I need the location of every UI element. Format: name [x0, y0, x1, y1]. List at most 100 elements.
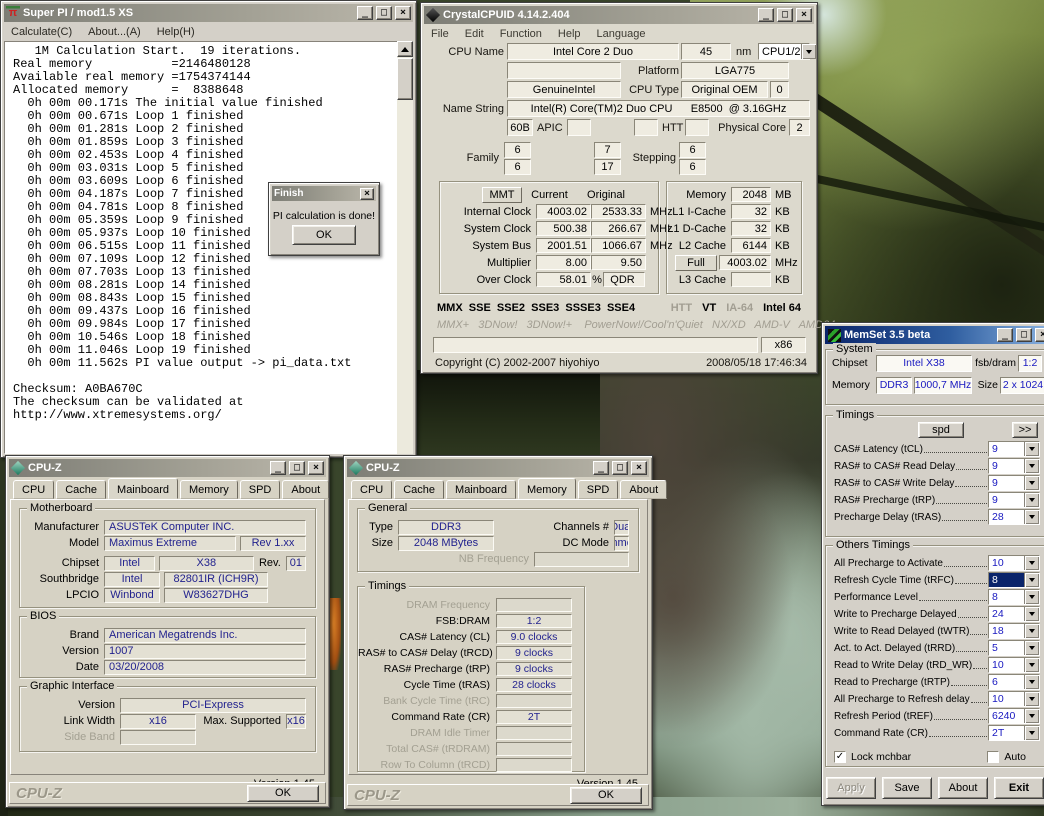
exit-button[interactable]: Exit — [994, 777, 1044, 799]
scrollbar-thumb[interactable] — [397, 58, 413, 100]
full-button[interactable]: Full — [675, 255, 717, 271]
chevron-down-icon[interactable] — [1024, 675, 1039, 689]
timing-dropdown[interactable]: 9 — [988, 458, 1040, 474]
close-icon[interactable]: × — [796, 8, 812, 22]
close-icon[interactable]: × — [360, 188, 374, 200]
minimize-icon[interactable]: _ — [593, 461, 609, 475]
chevron-down-icon[interactable] — [1024, 641, 1039, 655]
auto-checkbox[interactable] — [987, 751, 999, 763]
maximize-icon[interactable]: □ — [289, 461, 305, 475]
menu-item[interactable]: File — [431, 28, 449, 40]
cpuz-tab[interactable]: SPD — [578, 480, 619, 499]
timing-dropdown[interactable]: 9 — [988, 492, 1040, 508]
timing-dropdown[interactable]: 10 — [988, 691, 1040, 707]
chevron-down-icon[interactable] — [1024, 556, 1039, 570]
chevron-down-icon[interactable] — [1024, 459, 1039, 473]
cpuz-tab[interactable]: CPU — [351, 480, 392, 499]
maximize-icon[interactable]: □ — [376, 6, 392, 20]
timing-dropdown[interactable]: 28 — [988, 509, 1040, 525]
chevron-down-icon[interactable] — [1024, 709, 1039, 723]
memset-titlebar[interactable]: MemSet 3.5 beta _ □ × — [825, 326, 1044, 344]
cpuz-tab[interactable]: Memory — [180, 480, 238, 499]
superpi-scrollbar[interactable] — [397, 41, 413, 454]
timing-dropdown[interactable]: 9 — [988, 475, 1040, 491]
features-supported: MMX SSE SSE2 SSE3 SSSE3 SSE4 — [437, 302, 635, 314]
cpuz-titlebar[interactable]: CPU-Z _ □ × — [347, 459, 649, 477]
minimize-icon[interactable]: _ — [357, 6, 373, 20]
menu-item[interactable]: Language — [597, 28, 646, 40]
close-icon[interactable]: × — [631, 461, 647, 475]
menu-item[interactable]: Calculate(C) — [11, 26, 72, 38]
minimize-icon[interactable]: _ — [270, 461, 286, 475]
chevron-down-icon[interactable] — [1024, 510, 1039, 524]
timing-dropdown[interactable]: 5 — [988, 640, 1040, 656]
menu-item[interactable]: Function — [500, 28, 542, 40]
chevron-down-icon[interactable] — [1024, 726, 1039, 740]
chipset-rev-field: 01 — [286, 556, 306, 571]
timing-dropdown[interactable]: 10 — [988, 657, 1040, 673]
cpuz-tab[interactable]: Mainboard — [108, 478, 178, 499]
minimize-icon[interactable]: _ — [758, 8, 774, 22]
ok-button[interactable]: OK — [570, 787, 642, 804]
scroll-up-icon[interactable] — [397, 41, 413, 57]
timing-dropdown[interactable]: 24 — [988, 606, 1040, 622]
ok-button[interactable]: OK — [292, 225, 356, 245]
mmt-button[interactable]: MMT — [482, 187, 522, 203]
chevron-down-icon[interactable] — [1024, 607, 1039, 621]
gi-version-field: PCI-Express — [120, 698, 306, 713]
cache-value-field: 32 — [731, 221, 771, 236]
cpuz-titlebar[interactable]: CPU-Z _ □ × — [9, 459, 326, 477]
timing-dropdown[interactable]: 2T — [988, 725, 1040, 741]
about-button[interactable]: About — [938, 777, 988, 799]
timing-dropdown[interactable]: 8 — [988, 572, 1040, 588]
full-speed-row: Full 4003.02 MHz — [667, 254, 801, 271]
family-label: Family — [447, 150, 499, 166]
cpuz-tab[interactable]: Memory — [518, 478, 576, 499]
cpuz-tab[interactable]: SPD — [240, 480, 281, 499]
cpuz-tab[interactable]: Cache — [394, 480, 444, 499]
chevron-down-icon[interactable] — [1024, 658, 1039, 672]
maximize-icon[interactable]: □ — [777, 8, 793, 22]
chevron-down-icon[interactable] — [1024, 476, 1039, 490]
maximize-icon[interactable]: □ — [1016, 328, 1032, 342]
maximize-icon[interactable]: □ — [612, 461, 628, 475]
cpuz-tab[interactable]: Cache — [56, 480, 106, 499]
menu-item[interactable]: Help — [558, 28, 581, 40]
finish-titlebar[interactable]: Finish × — [272, 186, 376, 201]
chevron-down-icon[interactable] — [1024, 590, 1039, 604]
chevron-down-icon[interactable] — [1024, 624, 1039, 638]
save-button[interactable]: Save — [882, 777, 932, 799]
close-icon[interactable]: × — [395, 6, 411, 20]
menu-item[interactable]: Help(H) — [157, 26, 195, 38]
superpi-titlebar[interactable]: π Super PI / mod1.5 XS _ □ × — [4, 4, 413, 22]
ok-button[interactable]: OK — [247, 785, 319, 802]
bios-version-label: Version — [20, 645, 104, 657]
minimize-icon[interactable]: _ — [997, 328, 1013, 342]
timing-dropdown[interactable]: 6 — [988, 674, 1040, 690]
close-icon[interactable]: × — [308, 461, 324, 475]
cpu-select-dropdown[interactable]: CPU1/2 — [758, 43, 810, 60]
timing-dropdown[interactable]: 6240 — [988, 708, 1040, 724]
chevron-down-icon[interactable] — [1024, 692, 1039, 706]
crystalcpuid-titlebar[interactable]: CrystalCPUID 4.14.2.404 _ □ × — [424, 6, 814, 24]
spd-button[interactable]: spd — [918, 422, 964, 438]
expand-button[interactable]: >> — [1012, 422, 1038, 438]
memset-timing-label: Read to Write Delay (tRD_WR) — [834, 660, 972, 673]
timing-dropdown[interactable]: 9 — [988, 441, 1040, 457]
timing-dropdown[interactable]: 8 — [988, 589, 1040, 605]
cpuz-tab[interactable]: About — [620, 480, 667, 499]
chevron-down-icon[interactable] — [1024, 493, 1039, 507]
close-icon[interactable]: × — [1035, 328, 1044, 342]
apply-button[interactable]: Apply — [826, 777, 876, 799]
menu-item[interactable]: Edit — [465, 28, 484, 40]
chevron-down-icon[interactable] — [1024, 573, 1039, 587]
chevron-down-icon[interactable] — [1024, 442, 1039, 456]
lock-mchbar-checkbox[interactable]: ✓ — [834, 751, 846, 763]
chevron-down-icon[interactable] — [801, 44, 816, 59]
menu-item[interactable]: About...(A) — [88, 26, 141, 38]
cpuz-tab[interactable]: CPU — [13, 480, 54, 499]
cpuz-tab[interactable]: Mainboard — [446, 480, 516, 499]
cpuz-tab[interactable]: About — [282, 480, 329, 499]
timing-dropdown[interactable]: 10 — [988, 555, 1040, 571]
timing-dropdown[interactable]: 18 — [988, 623, 1040, 639]
